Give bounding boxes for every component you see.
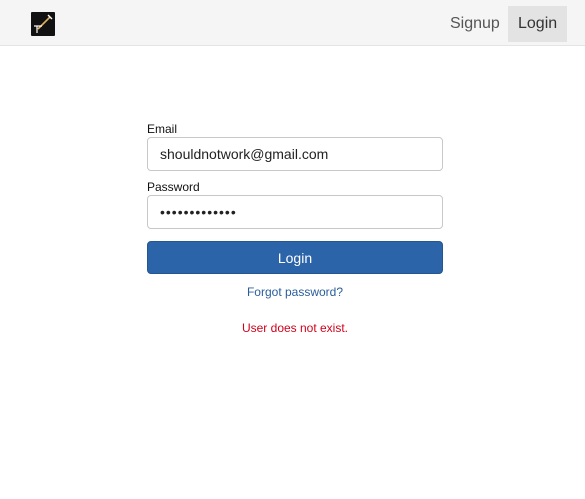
nav-signup-link[interactable]: Signup [440, 6, 506, 42]
email-label: Email [147, 122, 178, 136]
error-message: User does not exist. [241, 321, 349, 335]
login-button[interactable]: Login [147, 241, 443, 274]
password-input[interactable] [147, 195, 443, 229]
email-input[interactable] [147, 137, 443, 171]
login-form: Email Password Login Forgot password? Us… [147, 120, 443, 335]
top-navbar: Signup Login [0, 0, 585, 46]
pen-signature-icon[interactable] [31, 12, 55, 36]
nav-login-link[interactable]: Login [508, 6, 567, 42]
password-label: Password [147, 180, 200, 194]
forgot-password-link[interactable]: Forgot password? [147, 285, 443, 299]
